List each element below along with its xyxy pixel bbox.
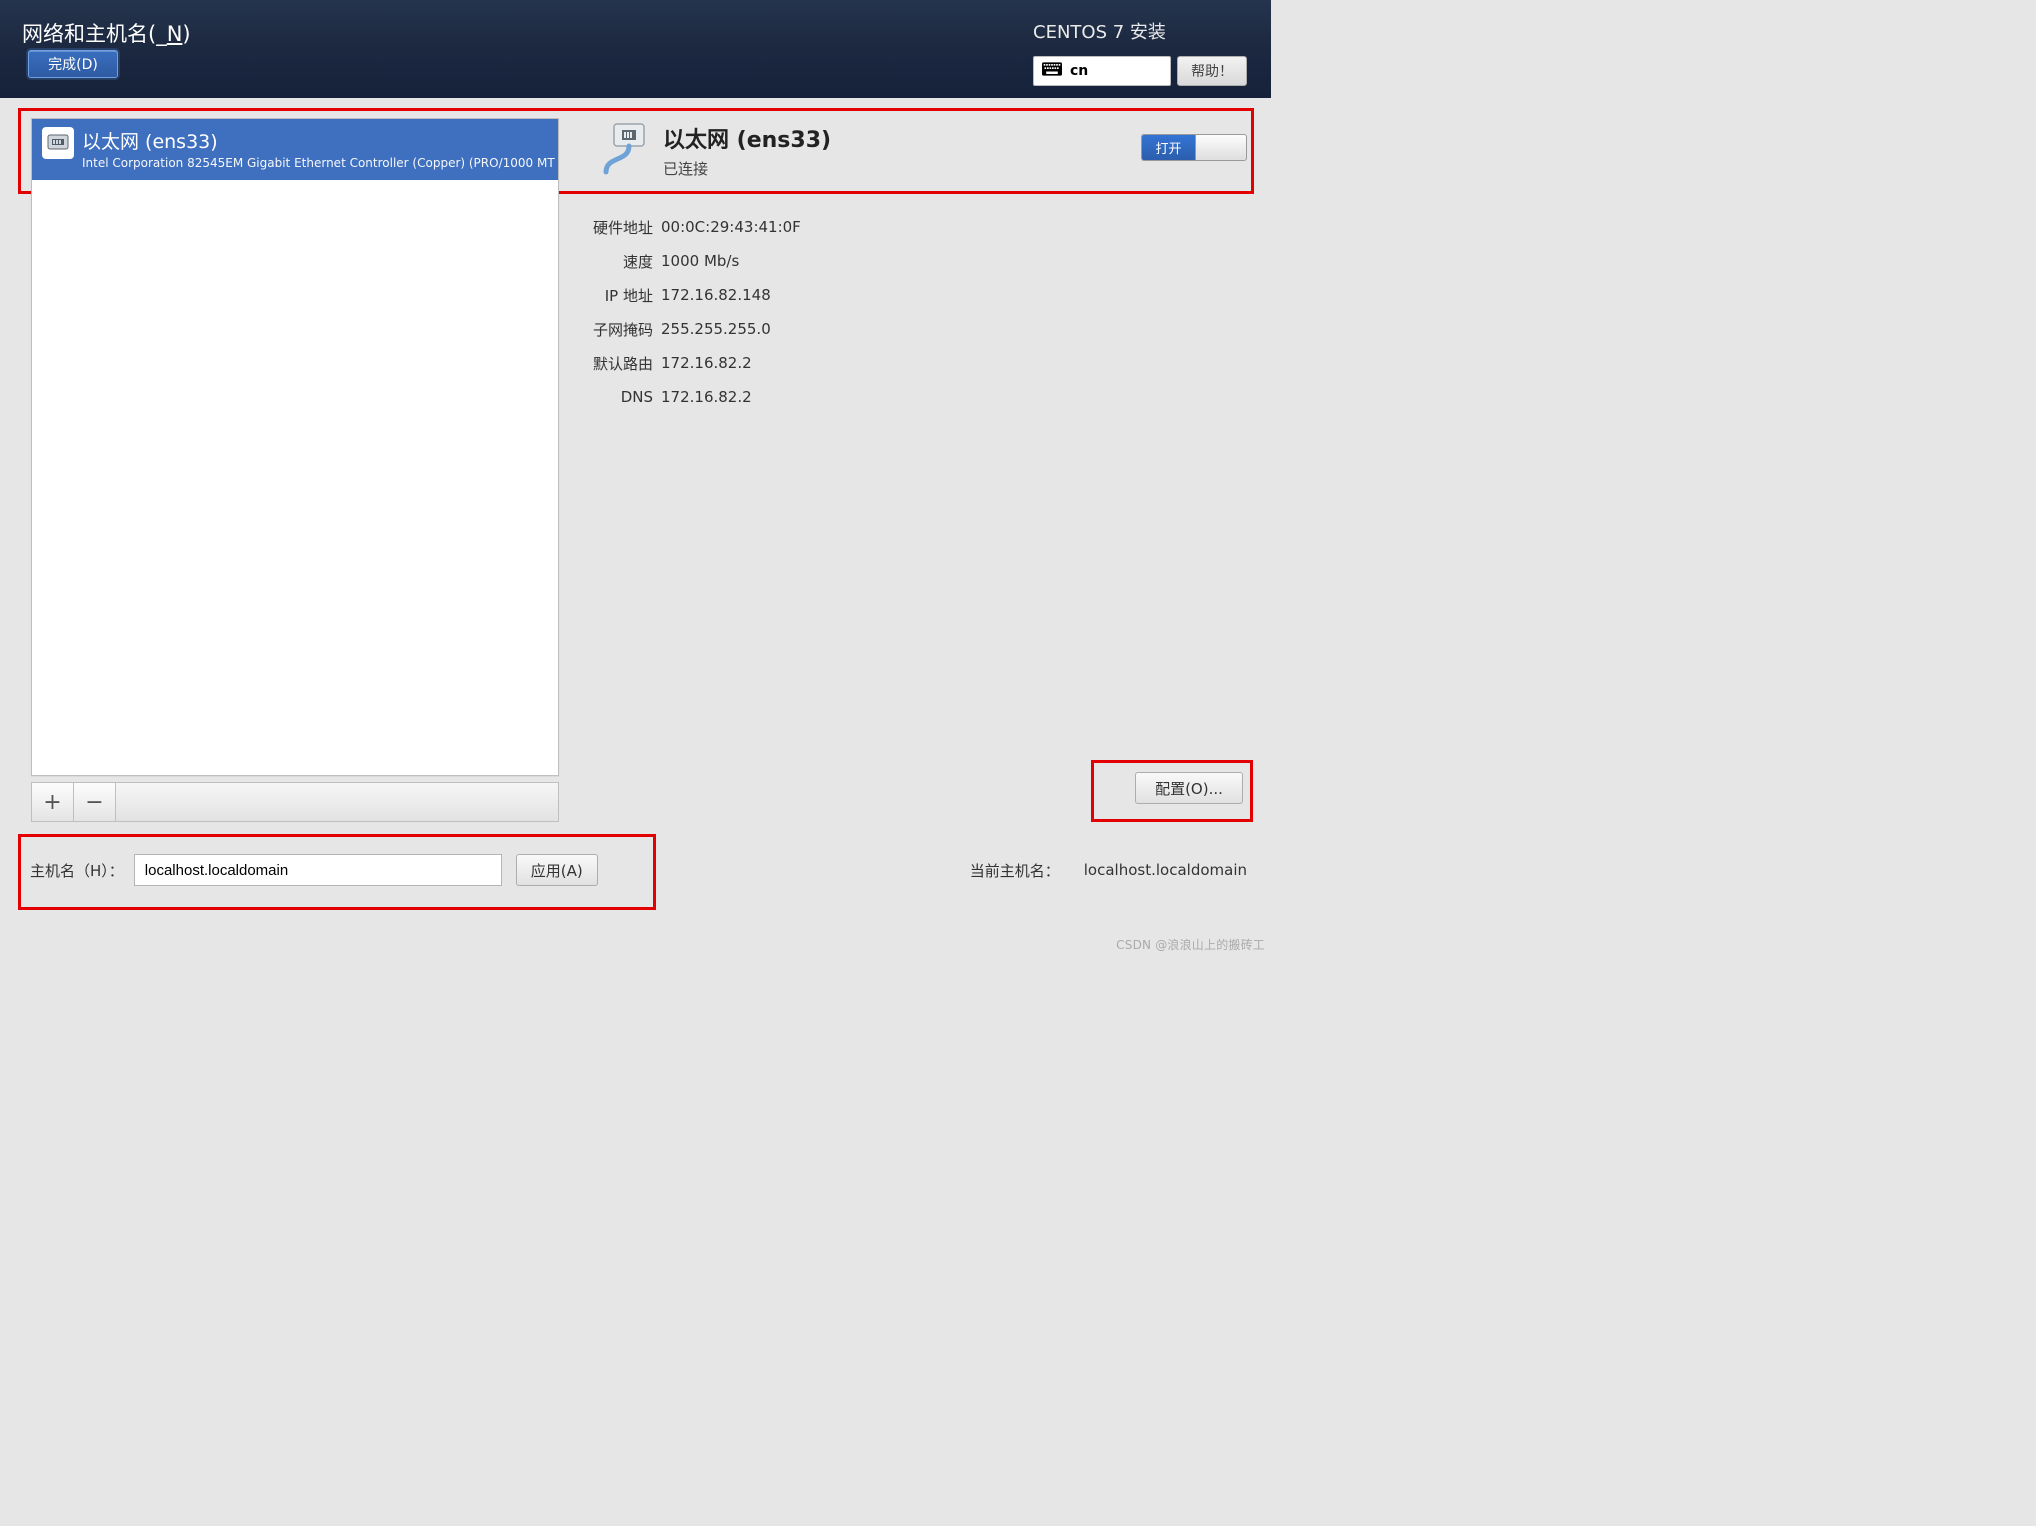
prop-label: 子网掩码 xyxy=(580,319,653,340)
current-hostname-label: 当前主机名： xyxy=(970,860,1060,881)
prop-value: 172.16.82.148 xyxy=(661,286,771,304)
prop-label: 速度 xyxy=(580,251,653,272)
done-button[interactable]: 完成(D) xyxy=(28,50,118,78)
prop-value: 00:0C:29:43:41:0F xyxy=(661,218,801,236)
prop-label: 硬件地址 xyxy=(580,217,653,238)
help-button-label: 帮助！ xyxy=(1191,61,1233,81)
hostname-label: 主机名（H）： xyxy=(30,860,124,881)
toggle-on-label: 打开 xyxy=(1155,138,1181,157)
hostname-row: 主机名（H）： 应用(A) 当前主机名： localhost.localdoma… xyxy=(30,854,1247,886)
installer-subtitle: CENTOS 7 安装 xyxy=(1033,18,1247,44)
page-title: 网络和主机名(_N) xyxy=(22,18,191,48)
plus-icon: + xyxy=(43,790,61,815)
prop-value: 172.16.82.2 xyxy=(661,388,752,406)
prop-value: 172.16.82.2 xyxy=(661,354,752,372)
page-title-mnemonic: N xyxy=(167,22,183,46)
device-subtitle: Intel Corporation 82545EM Gigabit Ethern… xyxy=(82,156,555,170)
apply-button-label: 应用(A) xyxy=(531,860,583,881)
device-detail: 以太网 (ens33) 已连接 打开 xyxy=(580,122,1247,200)
apply-hostname-button[interactable]: 应用(A) xyxy=(516,854,598,886)
ethernet-icon xyxy=(42,127,74,159)
keyboard-layout-indicator[interactable]: cn xyxy=(1033,56,1171,86)
connection-toggle[interactable]: 打开 xyxy=(1141,134,1247,161)
detail-status: 已连接 xyxy=(663,158,831,179)
add-device-button[interactable]: + xyxy=(32,783,74,821)
device-list-item[interactable]: 以太网 (ens33) Intel Corporation 82545EM Gi… xyxy=(32,119,558,180)
device-name: 以太网 (ens33) xyxy=(82,127,555,154)
device-list[interactable]: 以太网 (ens33) Intel Corporation 82545EM Gi… xyxy=(31,118,559,776)
prop-value: 1000 Mb/s xyxy=(661,252,739,270)
prop-row: 默认路由 172.16.82.2 xyxy=(580,346,801,380)
prop-row: 子网掩码 255.255.255.0 xyxy=(580,312,801,346)
network-hostname-body: 以太网 (ens33) Intel Corporation 82545EM Gi… xyxy=(0,98,1271,953)
prop-row: IP 地址 172.16.82.148 xyxy=(580,278,801,312)
installer-header: 网络和主机名(_N) 完成(D) CENTOS 7 安装 cn 帮助！ xyxy=(0,0,1271,98)
prop-label: 默认路由 xyxy=(580,353,653,374)
page-title-suffix: ) xyxy=(182,22,190,46)
done-button-label: 完成(D) xyxy=(48,54,98,74)
keyboard-icon xyxy=(1042,62,1062,80)
toggle-knob xyxy=(1196,135,1246,160)
watermark: CSDN @浪浪山上的搬砖工 xyxy=(1116,936,1265,953)
prop-label: IP 地址 xyxy=(580,285,653,306)
current-hostname-value: localhost.localdomain xyxy=(1084,861,1247,879)
header-right: CENTOS 7 安装 cn 帮助！ xyxy=(1033,18,1247,86)
page-title-text: 网络和主机名(_ xyxy=(22,22,167,46)
prop-row: 硬件地址 00:0C:29:43:41:0F xyxy=(580,210,801,244)
prop-row: DNS 172.16.82.2 xyxy=(580,380,801,414)
help-button[interactable]: 帮助！ xyxy=(1177,56,1247,86)
detail-title: 以太网 (ens33) xyxy=(663,122,831,154)
prop-value: 255.255.255.0 xyxy=(661,320,771,338)
remove-device-button[interactable]: − xyxy=(74,783,116,821)
ethernet-icon xyxy=(598,122,653,177)
detail-properties: 硬件地址 00:0C:29:43:41:0F 速度 1000 Mb/s IP 地址 1… xyxy=(580,210,801,414)
configure-button-label: 配置(O)... xyxy=(1155,778,1223,799)
prop-label: DNS xyxy=(580,388,653,406)
keyboard-layout-label: cn xyxy=(1070,63,1088,79)
hostname-input[interactable] xyxy=(134,854,502,886)
device-list-toolbar: + − xyxy=(31,782,559,822)
prop-row: 速度 1000 Mb/s xyxy=(580,244,801,278)
minus-icon: − xyxy=(85,790,103,815)
configure-button[interactable]: 配置(O)... xyxy=(1135,772,1243,804)
